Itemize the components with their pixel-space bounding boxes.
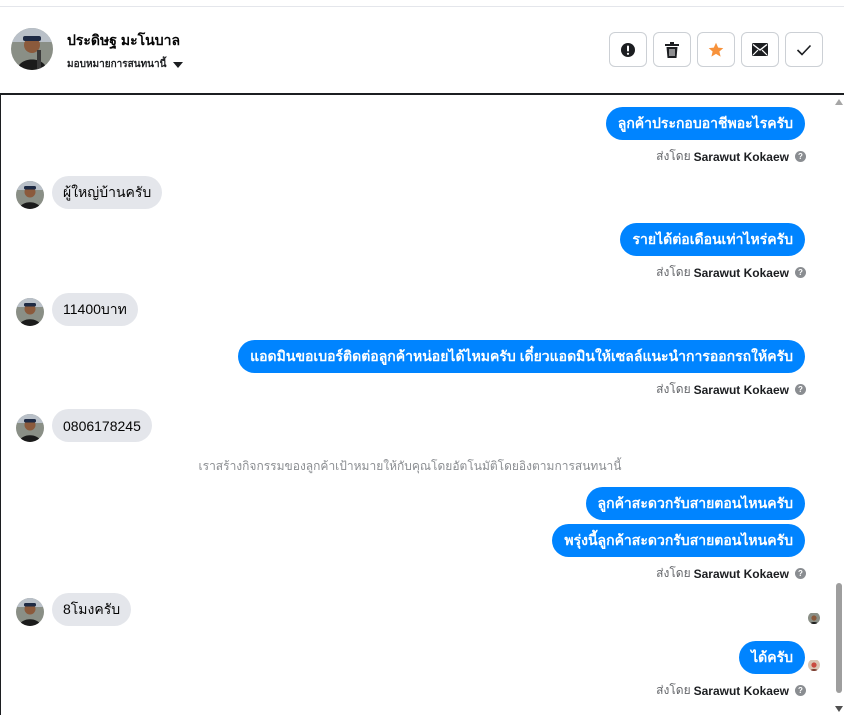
- mail-icon: [752, 43, 768, 56]
- sent-by-prefix: ส่งโดย: [656, 566, 691, 580]
- sent-by-prefix: ส่งโดย: [656, 382, 691, 396]
- outgoing-message[interactable]: รายได้ต่อเดือนเท่าไหร่ครับ: [620, 223, 805, 256]
- assign-conversation-dropdown[interactable]: มอบหมายการสนทนานี้: [67, 57, 184, 72]
- mark-unread-button[interactable]: [741, 32, 779, 67]
- help-icon[interactable]: ?: [795, 151, 806, 162]
- sent-by-prefix: ส่งโดย: [656, 683, 691, 697]
- contact-avatar-small: [16, 598, 44, 626]
- outgoing-message[interactable]: ลูกค้าสะดวกรับสายตอนไหนครับ: [585, 487, 805, 520]
- read-receipt-avatar: [808, 612, 820, 624]
- outgoing-message[interactable]: ได้ครับ: [739, 641, 805, 674]
- sent-by-info: ส่งโดย Sarawut Kokaew ?: [656, 681, 806, 700]
- scroll-up-icon[interactable]: [835, 99, 843, 105]
- conversation-actions: [609, 32, 823, 67]
- scroll-thumb[interactable]: [836, 583, 842, 693]
- contact-avatar[interactable]: [11, 28, 53, 70]
- sent-by-info: ส่งโดย Sarawut Kokaew ?: [656, 263, 806, 282]
- incoming-message[interactable]: ผู้ใหญ่บ้านครับ: [52, 176, 163, 209]
- sent-by-agent: Sarawut Kokaew: [693, 265, 789, 280]
- conversation-header: ประดิษฐ มะโนบาล มอบหมายการสนทนานี้: [0, 7, 844, 93]
- sent-by-agent: Sarawut Kokaew: [693, 149, 789, 164]
- scroll-down-icon[interactable]: [835, 706, 843, 712]
- sent-by-info: ส่งโดย Sarawut Kokaew ?: [656, 147, 806, 166]
- help-icon[interactable]: ?: [795, 685, 806, 696]
- outgoing-message[interactable]: ลูกค้าประกอบอาชีพอะไรครับ: [605, 107, 805, 140]
- mark-spam-button[interactable]: [609, 32, 647, 67]
- caret-down-icon: [173, 61, 184, 68]
- contact-avatar-small: [16, 414, 44, 442]
- help-icon[interactable]: ?: [795, 568, 806, 579]
- trash-icon: [665, 41, 679, 58]
- outgoing-message[interactable]: พรุ่งนี้ลูกค้าสะดวกรับสายตอนไหนครับ: [552, 524, 805, 557]
- incoming-message[interactable]: 11400บาท: [52, 293, 138, 326]
- contact-name: ประดิษฐ มะโนบาล: [67, 32, 181, 48]
- alert-icon: [621, 42, 635, 57]
- sent-by-prefix: ส่งโดย: [656, 265, 691, 279]
- incoming-message[interactable]: 8โมงครับ: [52, 593, 132, 626]
- outgoing-message[interactable]: แอดมินขอเบอร์ติดต่อลูกค้าหน่อยได้ไหมครับ…: [238, 340, 805, 373]
- sent-by-info: ส่งโดย Sarawut Kokaew ?: [656, 380, 806, 399]
- delete-button[interactable]: [653, 32, 691, 67]
- assign-label: มอบหมายการสนทนานี้: [67, 59, 167, 70]
- sent-by-agent: Sarawut Kokaew: [693, 382, 789, 397]
- sent-by-prefix: ส่งโดย: [656, 149, 691, 163]
- seen-avatar: [808, 659, 820, 671]
- contact-avatar-small: [16, 181, 44, 209]
- help-icon[interactable]: ?: [795, 267, 806, 278]
- check-icon: [796, 44, 812, 56]
- incoming-message[interactable]: 0806178245: [52, 409, 152, 442]
- contact-avatar-small: [16, 298, 44, 326]
- mark-done-button[interactable]: [785, 32, 823, 67]
- sent-by-agent: Sarawut Kokaew: [693, 683, 789, 698]
- system-notice: เราสร้างกิจกรรมของลูกค้าเป้าหมายให้กับคุ…: [198, 459, 622, 473]
- sent-by-info: ส่งโดย Sarawut Kokaew ?: [656, 564, 806, 583]
- star-button[interactable]: [697, 32, 735, 67]
- thread-scrollbar[interactable]: [834, 95, 844, 715]
- star-icon: [708, 42, 724, 57]
- help-icon[interactable]: ?: [795, 384, 806, 395]
- sent-by-agent: Sarawut Kokaew: [693, 566, 789, 581]
